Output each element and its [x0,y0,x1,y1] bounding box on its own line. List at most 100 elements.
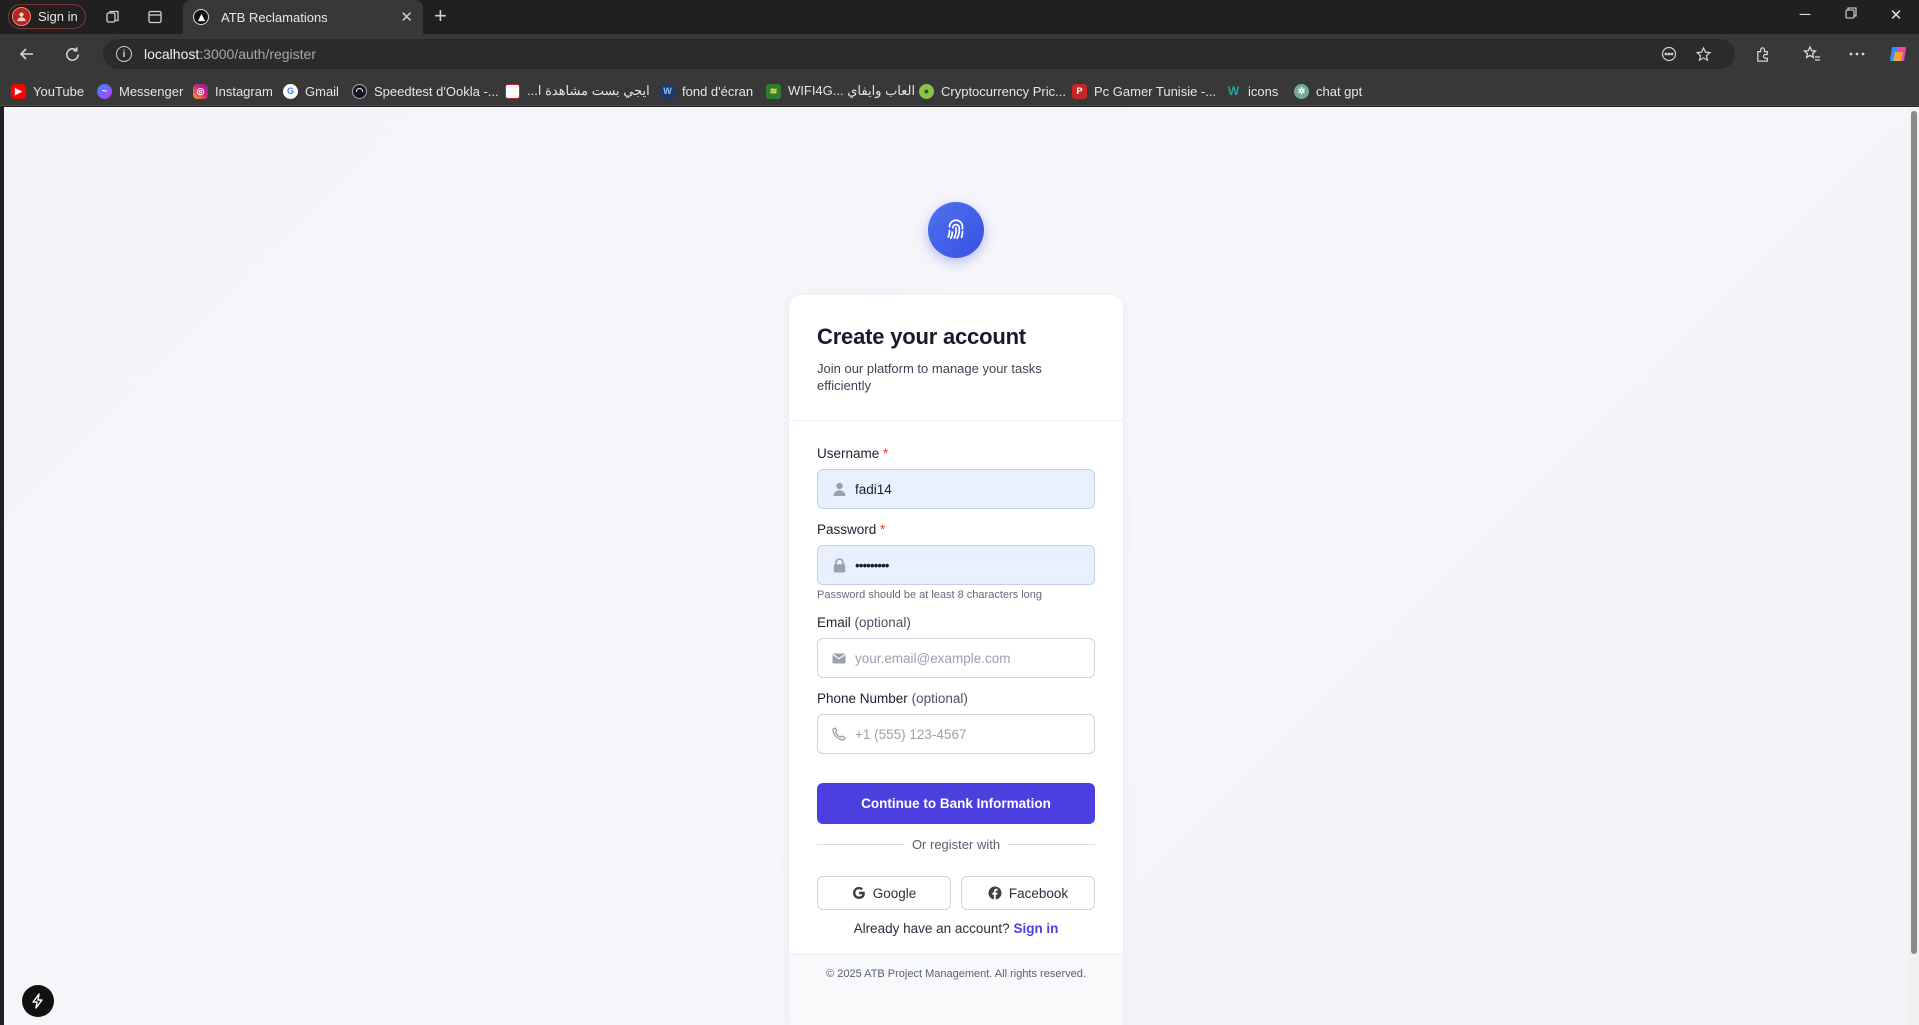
username-label-text: Username [817,446,880,461]
copyright-text: © 2025 ATB Project Management. All right… [826,968,1086,980]
chatgpt-icon: ✲ [1294,83,1309,99]
bookmark-wifi4g[interactable]: ≋ WIFI4G... العاب وايفاي [766,82,915,100]
continue-button[interactable]: Continue to Bank Information [817,783,1095,824]
signin-link[interactable]: Sign in [1013,921,1058,936]
bookmark-label: Cryptocurrency Pric... [941,83,1066,99]
tab-title: ATB Reclamations [221,9,328,25]
bookmark-label: Gmail [305,83,339,99]
reload-icon[interactable] [62,44,82,64]
username-label: Username * [817,446,888,461]
wallpaper-icon: W [660,83,675,99]
url-path: :3000/auth/register [199,46,317,62]
page-title: Create your account [817,324,1026,349]
phone-field[interactable]: +1 (555) 123-4567 [817,714,1095,754]
bookmark-gmail[interactable]: G Gmail [283,82,339,100]
password-value: ••••••••• [855,557,890,573]
browser-toolbar: i localhost:3000/auth/register [0,34,1919,74]
bookmark-icons[interactable]: W icons [1226,82,1279,100]
facebook-button-label: Facebook [1008,885,1069,901]
phone-icon [831,727,847,741]
restore-icon[interactable] [1841,6,1861,23]
nextjs-favicon-icon [193,9,209,25]
email-label-text: Email [817,615,851,630]
card-header: Create your account Join our platform to… [789,295,1123,421]
bookmarks-bar: ▶ YouTube ~ Messenger ◎ Instagram G Gmai… [0,74,1919,106]
favorite-star-icon[interactable] [1694,45,1712,63]
password-field[interactable]: ••••••••• [817,545,1095,585]
youtube-icon: ▶ [11,83,26,99]
bookmark-pcgamer[interactable]: P Pc Gamer Tunisie -... [1072,82,1216,100]
username-field[interactable]: fadi14 [817,469,1095,509]
bookmark-instagram[interactable]: ◎ Instagram [193,82,273,100]
facebook-icon [988,886,1002,900]
register-card: Create your account Join our platform to… [789,295,1123,1025]
pcgamer-icon: P [1072,83,1087,99]
instagram-icon: ◎ [193,83,208,99]
profile-label: Sign in [38,9,78,24]
extensions-icon[interactable] [1753,44,1773,64]
google-button[interactable]: Google [817,876,951,910]
divider-line [1008,843,1096,845]
signin-prompt: Already have an account? Sign in [789,921,1123,936]
profile-button[interactable]: Sign in [8,4,86,29]
optional-marker: (optional) [854,615,911,630]
divider-text: Or register with [911,836,1001,852]
bookmark-label: Pc Gamer Tunisie -... [1094,83,1217,99]
google-icon: G [283,83,298,99]
tab-actions-icon[interactable] [146,8,164,26]
required-marker: * [880,522,886,537]
password-label: Password * [817,522,885,537]
wifi4g-icon: ≋ [766,83,781,99]
address-bar[interactable]: i localhost:3000/auth/register [103,39,1735,69]
coin-icon: ● [919,83,934,99]
profile-avatar-icon [12,7,31,26]
password-label-text: Password [817,522,877,537]
workspaces-icon[interactable] [104,8,122,26]
email-label: Email (optional) [817,615,911,630]
bookmark-youtube[interactable]: ▶ YouTube [11,82,84,100]
google-icon [852,886,866,900]
browser-titlebar: Sign in ATB Reclamations ✕ + ─ ✕ [0,0,1919,34]
user-icon [831,482,847,496]
bookmark-label: Speedtest d'Ookla -... [374,83,499,99]
fingerprint-logo-icon [928,202,984,258]
bookmark-crypto[interactable]: ● Cryptocurrency Pric... [919,82,1066,100]
copilot-icon[interactable] [1888,44,1908,64]
card-footer: © 2025 ATB Project Management. All right… [789,954,1123,1025]
site-info-icon[interactable]: i [116,46,132,62]
messenger-icon: ~ [97,83,112,99]
google-button-label: Google [872,885,917,901]
mail-icon [831,653,847,664]
more-menu-icon[interactable] [1847,44,1867,64]
egybest-icon [505,83,520,99]
page-viewport: Create your account Join our platform to… [4,107,1909,1025]
scrollbar-thumb[interactable] [1911,111,1917,954]
favorites-icon[interactable] [1802,44,1822,64]
bookmark-label: YouTube [33,83,85,99]
new-tab-icon[interactable]: + [434,5,447,27]
back-icon[interactable] [17,44,37,64]
bookmark-label: Instagram [215,83,273,99]
bookmark-egybest[interactable]: ...ايجي بست مشاهدة ا [505,82,650,100]
optional-marker: (optional) [911,691,968,706]
bookmark-speedtest[interactable]: ◠ Speedtest d'Ookla -... [352,82,499,100]
username-value: fadi14 [855,481,892,497]
tab-close-icon[interactable]: ✕ [400,8,413,26]
url-host: localhost [144,46,200,62]
read-aloud-icon[interactable] [1660,45,1678,63]
facebook-button[interactable]: Facebook [961,876,1095,910]
bookmark-label: chat gpt [1316,83,1363,99]
bookmark-label: fond d'écran [682,83,754,99]
email-field[interactable]: your.email@example.com [817,638,1095,678]
minimize-icon[interactable]: ─ [1795,6,1815,23]
close-window-icon[interactable]: ✕ [1886,6,1906,24]
bookmark-chatgpt[interactable]: ✲ chat gpt [1294,82,1362,100]
page-scrollbar[interactable] [1909,107,1919,1025]
bookmark-wallpaper[interactable]: W fond d'écran [660,82,753,100]
tab-active[interactable]: ATB Reclamations ✕ [183,0,423,34]
email-placeholder: your.email@example.com [855,650,1011,666]
nextjs-devtools-icon[interactable] [22,985,54,1017]
or-divider: Or register with [817,834,1096,854]
password-hint: Password should be at least 8 characters… [817,589,1043,601]
bookmark-messenger[interactable]: ~ Messenger [97,82,183,100]
